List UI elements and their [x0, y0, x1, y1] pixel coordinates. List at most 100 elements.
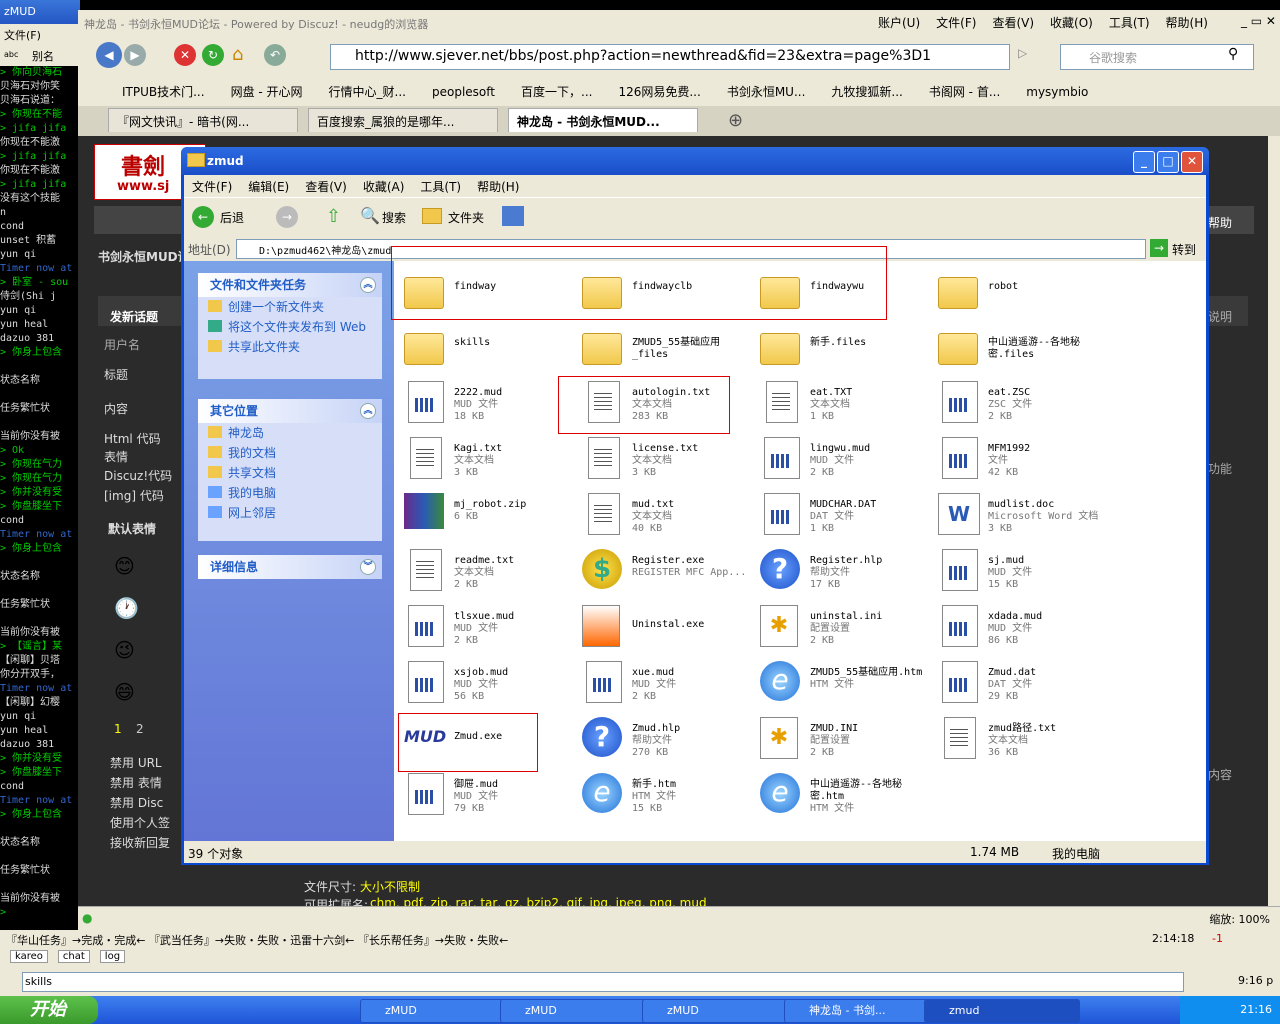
- zoom-level[interactable]: 缩放: 100%: [1209, 911, 1270, 927]
- explorer-menu-item[interactable]: 编辑(E): [240, 175, 297, 198]
- file-item[interactable]: xsjob.mud MUD 文件 56 KB: [398, 657, 576, 709]
- explorer-menu-item[interactable]: 查看(V): [297, 175, 355, 198]
- file-item[interactable]: ? Zmud.hlp 帮助文件 270 KB: [576, 713, 754, 765]
- file-item[interactable]: xdada.mud MUD 文件 86 KB: [932, 601, 1110, 653]
- zmud-tab[interactable]: kareo: [10, 950, 48, 963]
- file-item[interactable]: zmud路径.txt 文本文档 36 KB: [932, 713, 1110, 765]
- home-icon[interactable]: ⌂: [232, 44, 254, 66]
- taskbar-button[interactable]: zMUD: [500, 999, 656, 1023]
- file-item[interactable]: 中山逍遥游--各地秘密.files: [932, 321, 1110, 373]
- bookmark-item[interactable]: 九牧搜狐新...: [831, 85, 902, 99]
- explorer-menu-item[interactable]: 收藏(A): [355, 175, 413, 198]
- search-button[interactable]: 搜索: [382, 209, 406, 226]
- bookmark-item[interactable]: 126网易免费...: [618, 85, 700, 99]
- page-2[interactable]: 2: [136, 722, 144, 736]
- file-item[interactable]: tlsxue.mud MUD 文件 2 KB: [398, 601, 576, 653]
- zmud-menu-file[interactable]: 文件(F): [4, 27, 41, 43]
- browser-tab[interactable]: 神龙岛 - 书剑永恒MUD...: [508, 108, 698, 132]
- forward-arrow-icon[interactable]: →: [276, 206, 298, 228]
- opt-signature[interactable]: 使用个人签: [110, 814, 170, 831]
- site-name[interactable]: 书剑永恒MUD论: [98, 248, 190, 265]
- stop-icon[interactable]: ✕: [174, 44, 196, 66]
- explorer-menu-item[interactable]: 帮助(H): [469, 175, 527, 198]
- place-link[interactable]: 共享文档: [198, 463, 382, 483]
- explorer-menu-item[interactable]: 文件(F): [184, 175, 240, 198]
- alias-button[interactable]: 别名: [32, 48, 54, 64]
- details-header[interactable]: 详细信息 ︾: [198, 555, 382, 579]
- browser-tab[interactable]: 『网文快讯』- 暗书(网...: [108, 108, 298, 132]
- bookmark-item[interactable]: 书剑永恒MU...: [727, 85, 806, 99]
- back-arrow-icon[interactable]: ←: [192, 206, 214, 228]
- file-item[interactable]: e 新手.htm HTM 文件 15 KB: [576, 769, 754, 821]
- file-item[interactable]: xue.mud MUD 文件 2 KB: [576, 657, 754, 709]
- file-item[interactable]: readme.txt 文本文档 2 KB: [398, 545, 576, 597]
- bookmark-item[interactable]: 网盘 - 开心网: [231, 85, 303, 99]
- bookmark-item[interactable]: ITPUB技术门...: [122, 85, 205, 99]
- file-item[interactable]: $ Register.exe REGISTER MFC App...: [576, 545, 754, 597]
- file-item[interactable]: Kagi.txt 文本文档 3 KB: [398, 433, 576, 485]
- file-item[interactable]: robot: [932, 265, 1110, 317]
- up-folder-icon[interactable]: ⇧: [326, 206, 341, 227]
- bookmark-item[interactable]: 书阁网 - 首...: [929, 85, 1000, 99]
- minimize-button[interactable]: _: [1133, 151, 1155, 173]
- go-button[interactable]: 转到: [1172, 241, 1196, 258]
- task-link[interactable]: 将这个文件夹发布到 Web: [198, 317, 382, 337]
- task-link[interactable]: 共享此文件夹: [198, 337, 382, 357]
- taskbar-button[interactable]: zMUD: [642, 999, 798, 1023]
- taskbar-button[interactable]: zMUD: [360, 999, 516, 1023]
- file-item[interactable]: mud.txt 文本文档 40 KB: [576, 489, 754, 541]
- firefox-menu-item[interactable]: 查看(V): [992, 16, 1034, 30]
- views-icon[interactable]: [502, 206, 524, 226]
- file-item[interactable]: ✱ ZMUD.INI 配置设置 2 KB: [754, 713, 932, 765]
- zmud-tab[interactable]: log: [99, 950, 126, 963]
- file-item[interactable]: skills: [398, 321, 576, 373]
- back-icon[interactable]: ◀: [96, 42, 122, 68]
- file-item[interactable]: MFM1992 文件 42 KB: [932, 433, 1110, 485]
- file-item[interactable]: e 中山逍遥游--各地秘密.htm HTM 文件: [754, 769, 932, 821]
- collapse-icon[interactable]: ︽: [360, 277, 376, 293]
- place-link[interactable]: 网上邻居: [198, 503, 382, 523]
- place-link[interactable]: 神龙岛: [198, 423, 382, 443]
- file-item[interactable]: MUDCHAR.DAT DAT 文件 1 KB: [754, 489, 932, 541]
- firefox-menu-item[interactable]: 收藏(O): [1050, 16, 1093, 30]
- folders-button[interactable]: 文件夹: [448, 209, 484, 226]
- place-link[interactable]: 我的电脑: [198, 483, 382, 503]
- go-arrow-icon[interactable]: →: [1150, 239, 1168, 257]
- new-tab-icon[interactable]: ⊕: [728, 110, 743, 131]
- wink-smiley-icon[interactable]: 😉: [114, 638, 135, 662]
- clock-smiley-icon[interactable]: 🕐: [114, 596, 139, 620]
- file-item[interactable]: license.txt 文本文档 3 KB: [576, 433, 754, 485]
- file-item[interactable]: lingwu.mud MUD 文件 2 KB: [754, 433, 932, 485]
- expand-icon[interactable]: ︾: [360, 559, 376, 575]
- place-link[interactable]: 我的文档: [198, 443, 382, 463]
- smiley-icon[interactable]: 😊: [114, 554, 135, 578]
- search-icon[interactable]: ⚲: [1228, 46, 1238, 62]
- file-item[interactable]: 御屉.mud MUD 文件 79 KB: [398, 769, 576, 821]
- file-item[interactable]: Uninstal.exe: [576, 601, 754, 653]
- page-scrollbar[interactable]: [1268, 136, 1280, 906]
- taskbar-button[interactable]: zmud: [924, 999, 1080, 1023]
- file-item[interactable]: sj.mud MUD 文件 15 KB: [932, 545, 1110, 597]
- history-icon[interactable]: ↶: [264, 44, 286, 66]
- maximize-button[interactable]: □: [1157, 151, 1179, 173]
- tray-clock[interactable]: 21:16: [1240, 1003, 1272, 1016]
- go-icon[interactable]: ▷: [1018, 46, 1027, 60]
- help-link[interactable]: 帮助: [1208, 214, 1232, 231]
- url-bar[interactable]: http://www.sjever.net/bbs/post.php?actio…: [330, 44, 1010, 70]
- back-button[interactable]: 后退: [220, 209, 244, 226]
- taskbar-button[interactable]: 神龙岛 - 书剑...: [784, 999, 946, 1023]
- file-item[interactable]: Zmud.dat DAT 文件 29 KB: [932, 657, 1110, 709]
- firefox-menu-item[interactable]: 工具(T): [1109, 16, 1150, 30]
- file-item[interactable]: 新手.files: [754, 321, 932, 373]
- file-item[interactable]: mj_robot.zip 6 KB: [398, 489, 576, 541]
- other-places-header[interactable]: 其它位置 ︽: [198, 399, 382, 423]
- window-controls[interactable]: _ ▭ ✕: [1241, 14, 1276, 28]
- firefox-menu-item[interactable]: 文件(F): [936, 16, 976, 30]
- bookmark-item[interactable]: mysymbio: [1026, 85, 1088, 99]
- opt-discuz[interactable]: 禁用 Disc: [110, 794, 163, 811]
- file-item[interactable]: ? Register.hlp 帮助文件 17 KB: [754, 545, 932, 597]
- task-link[interactable]: 创建一个新文件夹: [198, 297, 382, 317]
- search-box[interactable]: 谷歌搜索: [1060, 44, 1254, 70]
- opt-url[interactable]: 禁用 URL: [110, 754, 162, 771]
- bookmark-item[interactable]: 百度一下，...: [521, 85, 592, 99]
